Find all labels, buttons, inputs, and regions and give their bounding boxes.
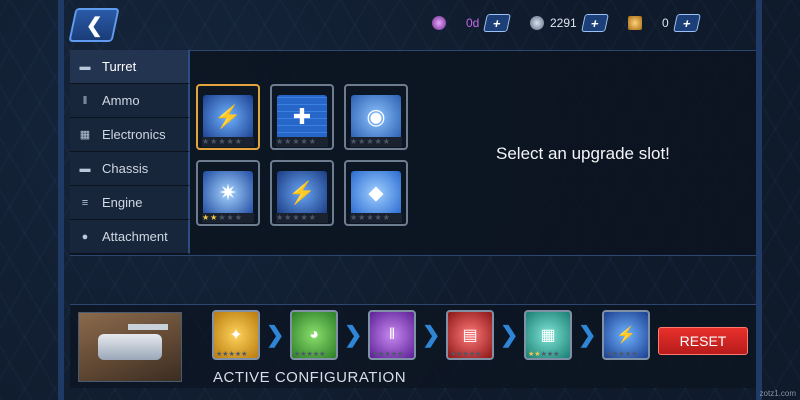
rank-wings-icon: [628, 16, 642, 30]
tab-label: Engine: [102, 195, 143, 210]
chassis-icon: ▬: [79, 162, 91, 175]
tab-label: Turret: [102, 59, 137, 74]
upgrade-slot[interactable]: ✷ ★★★★★: [196, 160, 260, 226]
coins-value: 2291: [550, 16, 577, 30]
chevron-right-icon: ❯: [500, 322, 519, 347]
tab-attachment[interactable]: ● Attachment: [70, 220, 190, 254]
star-rating: ★★★★★: [202, 213, 254, 223]
tab-label: Ammo: [102, 93, 140, 108]
star-rating: ★★★★★: [350, 137, 402, 147]
tab-label: Electronics: [102, 127, 166, 142]
left-frame-edge: [58, 0, 64, 400]
star-rating: ★★★★★: [202, 137, 254, 147]
tank-lightning-icon: ⚡: [277, 171, 327, 215]
star-rating: ★★★★★: [350, 213, 402, 223]
tab-engine[interactable]: ≡ Engine: [70, 186, 190, 220]
gems-value: 0d: [466, 16, 480, 30]
back-button[interactable]: ❮: [68, 8, 120, 42]
star-rating: ★★★★★: [372, 351, 404, 358]
buy-rank-button[interactable]: +: [672, 14, 701, 32]
chevron-right-icon: ❯: [344, 322, 363, 347]
turret-upgrade-icon[interactable]: ✦ ★★★★★: [212, 310, 260, 360]
attachment-icon: ●: [81, 230, 89, 243]
category-tabs: ▬ Turret ‖ Ammo ▦ Electronics ▬ Chassis …: [70, 50, 190, 254]
star-rating: ★★★★★: [528, 351, 560, 358]
buy-coins-button[interactable]: +: [580, 14, 609, 32]
turret-icon: ▬: [79, 60, 91, 73]
upgrade-slot[interactable]: ✚ ★★★★★: [270, 84, 334, 150]
tab-label: Attachment: [102, 229, 168, 244]
upgrade-slot-grid: ⚡ ★★★★★ ✚ ★★★★★ ◉ ★★★★★ ✷ ★★★★★ ⚡ ★★★★★ …: [196, 84, 408, 226]
currency-rank: 0 +: [628, 14, 701, 32]
tab-turret[interactable]: ▬ Turret: [70, 50, 190, 84]
upgrade-slot[interactable]: ⚡ ★★★★★: [270, 160, 334, 226]
dual-shell-icon[interactable]: ‖ ★★★★★: [368, 310, 416, 360]
select-slot-message: Select an upgrade slot!: [496, 144, 670, 163]
electronics-icon: ▦: [79, 129, 91, 141]
debris-blast-icon: ✷: [203, 171, 253, 215]
chevron-right-icon: ❯: [578, 322, 597, 347]
electric-shell-icon: ⚡: [203, 95, 253, 139]
currency-gems: 0d +: [432, 14, 512, 32]
star-rating: ★★★★★: [276, 213, 328, 223]
tab-label: Chassis: [102, 161, 149, 176]
tab-ammo[interactable]: ‖ Ammo: [70, 84, 190, 118]
chevron-left-icon: ❮: [85, 14, 103, 37]
gem-icon: [432, 16, 446, 30]
engine-icon: ≡: [81, 196, 89, 209]
currency-coins: 2291 +: [530, 14, 609, 32]
star-rating: ★★★★★: [606, 351, 638, 358]
electric-shell-icon[interactable]: ⚡ ★★★★★: [602, 310, 650, 360]
coin-icon: [530, 16, 544, 30]
targeting-grid-icon: ✚: [277, 95, 327, 139]
star-rating: ★★★★★: [276, 137, 328, 147]
star-rating: ★★★★★: [294, 351, 326, 358]
watermark: zotz1.com: [759, 389, 796, 398]
rank-value: 0: [662, 16, 669, 30]
right-frame-edge: [756, 0, 762, 400]
tank-icon: [98, 324, 168, 360]
ammo-icon: ‖: [82, 94, 88, 107]
tank-preview-image: [78, 312, 182, 382]
engine-block-icon[interactable]: ▦ ★★★★★: [524, 310, 572, 360]
upgrade-slot[interactable]: ⚡ ★★★★★: [196, 84, 260, 150]
reset-button[interactable]: RESET: [658, 327, 748, 355]
tab-electronics[interactable]: ▦ Electronics: [70, 118, 190, 152]
upgrade-slot[interactable]: ⬥ ★★★★★: [344, 160, 408, 226]
shell-bracket-icon: ⬥: [351, 171, 401, 215]
buy-gems-button[interactable]: +: [483, 14, 512, 32]
star-rating: ★★★★★: [216, 351, 248, 358]
upgrade-slot[interactable]: ◉ ★★★★★: [344, 84, 408, 150]
tab-chassis[interactable]: ▬ Chassis: [70, 152, 190, 186]
chevron-right-icon: ❯: [422, 322, 441, 347]
active-configuration-label: ACTIVE CONFIGURATION: [213, 369, 407, 386]
dome-shield-icon[interactable]: ◕ ★★★★★: [290, 310, 338, 360]
chevron-right-icon: ❯: [266, 322, 285, 347]
star-rating: ★★★★★: [450, 351, 482, 358]
bullet-scope-icon: ◉: [351, 95, 401, 139]
active-configuration-row: ✦ ★★★★★ ❯ ◕ ★★★★★ ❯ ‖ ★★★★★ ❯ ▤ ★★★★★ ❯ ▦ ★★★…: [212, 310, 650, 360]
tank-red-icon[interactable]: ▤ ★★★★★: [446, 310, 494, 360]
